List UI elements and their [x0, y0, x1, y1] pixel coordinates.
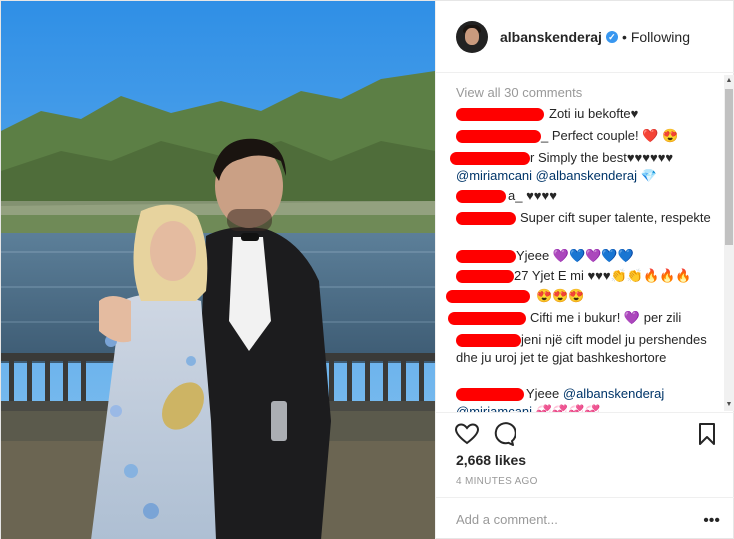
comment: 😍😍😍	[446, 287, 721, 305]
redaction-mark	[446, 290, 530, 303]
comment: a_ ♥♥♥♥	[456, 187, 721, 205]
comments-scrollbar[interactable]: ▲ ▼	[724, 75, 734, 411]
post-actions	[436, 413, 734, 453]
comment: Yjeee @albanskenderaj @miriamcani 💞💞💞💞	[456, 385, 721, 413]
bookmark-icon[interactable]	[694, 421, 720, 447]
comment: Zoti iu bekofte♥	[456, 105, 721, 123]
header-separator: •	[621, 28, 627, 45]
following-button[interactable]: Following	[631, 29, 690, 45]
redaction-mark	[456, 334, 521, 347]
comment: Yjeee 💜💙💜💙💙	[456, 247, 721, 265]
add-comment-bar: •••	[436, 497, 734, 539]
mention-link[interactable]: @albanskenderaj	[563, 386, 664, 401]
comment: r Simply the best♥♥♥♥♥♥ @miriamcani @alb…	[450, 149, 721, 185]
verified-badge-icon: ✓	[605, 30, 618, 43]
redaction-mark	[456, 108, 544, 121]
redaction-mark	[456, 130, 541, 143]
comment: 27 Yjet E mi ♥♥♥👏👏🔥🔥🔥	[456, 267, 721, 285]
mention-link[interactable]: @albanskenderaj	[536, 168, 637, 183]
scroll-thumb[interactable]	[725, 89, 733, 245]
post-timestamp: 4 MINUTES AGO	[456, 476, 538, 487]
username-link[interactable]: albanskenderaj	[500, 29, 602, 45]
redaction-mark	[450, 152, 530, 165]
avatar-face	[465, 27, 479, 45]
post-side-panel: albanskenderaj ✓ • Following View all 30…	[435, 1, 734, 539]
view-all-comments-link[interactable]: View all 30 comments	[456, 85, 582, 100]
redaction-mark	[456, 212, 516, 225]
instagram-post: albanskenderaj ✓ • Following View all 30…	[0, 0, 734, 539]
comment: jeni një cift model ju pershendes dhe ju…	[456, 331, 721, 367]
comments-list: View all 30 comments Zoti iu bekofte♥ _ …	[436, 73, 734, 413]
redaction-mark	[456, 190, 506, 203]
post-photo[interactable]	[1, 1, 435, 539]
likes-count[interactable]: 2,668 likes	[456, 452, 526, 468]
add-comment-input[interactable]	[456, 509, 686, 529]
redaction-mark	[456, 250, 516, 263]
redaction-mark	[456, 388, 524, 401]
mention-link[interactable]: @miriamcani	[456, 168, 532, 183]
post-header: albanskenderaj ✓ • Following	[436, 1, 734, 73]
more-options-icon[interactable]: •••	[703, 512, 720, 530]
avatar[interactable]	[456, 20, 488, 53]
comment: Super cift super talente, respekte	[456, 209, 721, 227]
comment-emoji: 💞💞💞💞	[535, 404, 601, 413]
scroll-down-arrow-icon[interactable]: ▼	[724, 399, 734, 411]
comment: Cifti me i bukur! 💜 per zili	[448, 309, 721, 327]
heart-icon[interactable]	[454, 421, 480, 447]
scroll-up-arrow-icon[interactable]: ▲	[724, 75, 734, 87]
comment: _ Perfect couple! ❤️ 😍	[456, 127, 721, 145]
comment-emoji: 💎	[640, 168, 657, 183]
photo-image	[1, 1, 435, 539]
redaction-mark	[456, 270, 514, 283]
comment-icon[interactable]	[490, 421, 517, 447]
mention-link[interactable]: @miriamcani	[456, 404, 532, 412]
redaction-mark	[448, 312, 526, 325]
